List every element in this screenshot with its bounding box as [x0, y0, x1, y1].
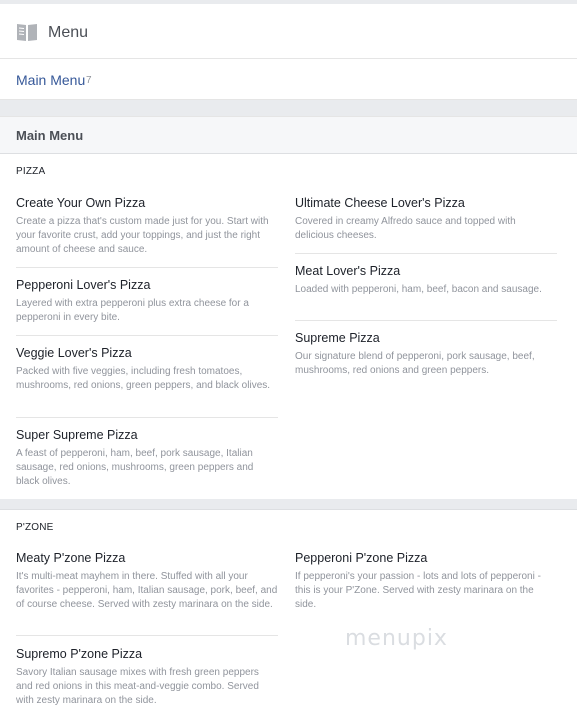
menu-item[interactable]: Pepperoni Lover's Pizza Layered with ext…: [16, 278, 278, 325]
book-icon: [17, 24, 37, 41]
divider: [16, 635, 278, 636]
menu-item[interactable]: Supremo P'zone Pizza Savory Italian saus…: [16, 647, 278, 708]
divider: [16, 267, 278, 268]
item-description: Covered in creamy Alfredo sauce and topp…: [295, 216, 516, 241]
item-name: Supreme Pizza: [295, 331, 380, 345]
item-description: Layered with extra pepperoni plus extra …: [16, 298, 249, 323]
item-name: Supremo P'zone Pizza: [16, 647, 143, 661]
menu-item[interactable]: Supreme Pizza Our signature blend of pep…: [295, 331, 547, 378]
item-description: Packed with five veggies, including fres…: [16, 366, 271, 391]
item-description: If pepperoni's your passion - lots and l…: [295, 571, 541, 610]
menu-item[interactable]: Super Supreme Pizza A feast of pepperoni…: [16, 428, 278, 489]
item-description: Savory Italian sausage mixes with fresh …: [16, 667, 259, 706]
menu-item[interactable]: Ultimate Cheese Lover's Pizza Covered in…: [295, 196, 547, 243]
item-description: Loaded with pepperoni, ham, beef, bacon …: [295, 284, 542, 295]
category-header: P'ZONE: [0, 509, 577, 543]
item-name: Veggie Lover's Pizza: [16, 346, 132, 360]
item-description: It's multi-meat mayhem in there. Stuffed…: [16, 571, 278, 610]
menu-item[interactable]: Pepperoni P'zone Pizza If pepperoni's yo…: [295, 551, 547, 612]
item-name: Meaty P'zone Pizza: [16, 551, 126, 565]
menu-item[interactable]: Meaty P'zone Pizza It's multi-meat mayhe…: [16, 551, 278, 612]
category-items: Meaty P'zone Pizza It's multi-meat mayhe…: [0, 542, 577, 721]
category-name: P'ZONE: [16, 522, 54, 533]
category-items: Create Your Own Pizza Create a pizza tha…: [0, 186, 577, 499]
divider: [16, 417, 278, 418]
tab-main-menu[interactable]: Main Menu: [16, 72, 85, 88]
item-name: Ultimate Cheese Lover's Pizza: [295, 196, 465, 210]
divider: [295, 253, 557, 254]
watermark: menupix: [345, 626, 448, 651]
menu-item[interactable]: Veggie Lover's Pizza Packed with five ve…: [16, 346, 278, 393]
section-title: Main Menu: [16, 128, 84, 143]
item-description: Create a pizza that's custom made just f…: [16, 216, 269, 255]
item-description: A feast of pepperoni, ham, beef, pork sa…: [16, 448, 254, 487]
item-name: Create Your Own Pizza: [16, 196, 146, 210]
page-title: Menu: [48, 24, 89, 41]
tab-count: 7: [86, 75, 92, 86]
item-name: Pepperoni Lover's Pizza: [16, 278, 151, 292]
item-name: Meat Lover's Pizza: [295, 264, 401, 278]
menu-tabs: Main Menu 7: [0, 59, 577, 100]
item-name: Super Supreme Pizza: [16, 428, 138, 442]
item-name: Pepperoni P'zone Pizza: [295, 551, 428, 565]
menu-item[interactable]: Meat Lover's Pizza Loaded with pepperoni…: [295, 264, 547, 297]
section-heading: Main Menu: [0, 116, 577, 153]
category-header: PIZZA: [0, 153, 577, 187]
menu-header: Menu: [0, 4, 577, 59]
divider: [295, 320, 557, 321]
divider: [16, 335, 278, 336]
item-description: Our signature blend of pepperoni, pork s…: [295, 351, 535, 376]
menu-item[interactable]: Create Your Own Pizza Create a pizza tha…: [16, 196, 278, 257]
category-name: PIZZA: [16, 166, 46, 177]
